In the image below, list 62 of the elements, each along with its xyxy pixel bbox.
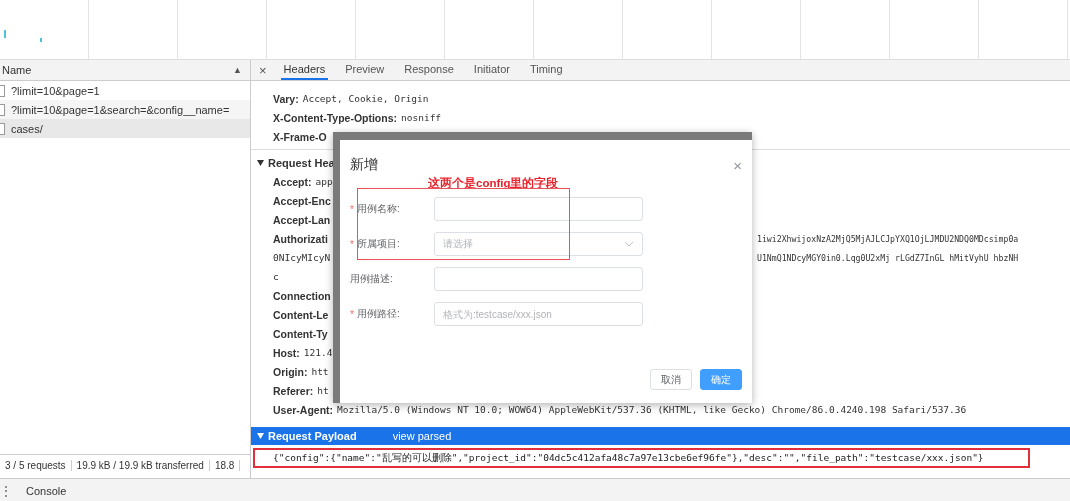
header-name: Accept: <box>273 175 312 188</box>
request-row[interactable]: cases/ <box>0 119 250 138</box>
section-title: Request Payload <box>268 430 357 442</box>
dialog-title: 新增 <box>350 156 378 174</box>
header-name: X-Frame-O <box>273 130 327 143</box>
header-value: Accept, Cookie, Origin <box>302 93 429 104</box>
header-name: Host: <box>273 346 300 359</box>
input-field[interactable] <box>434 197 643 221</box>
field-label: 所属项目: <box>356 237 400 251</box>
status-text: 18.8 <box>209 459 241 471</box>
menu-icon[interactable]: ⋮ <box>0 483 12 498</box>
field-label: 用例描述: <box>350 272 393 286</box>
request-name: ?limit=10&page=1 <box>11 84 100 97</box>
header-name: X-Content-Type-Options: <box>273 111 398 124</box>
cancel-button[interactable]: 取消 <box>650 369 692 390</box>
header-name: Content-Ty <box>273 327 328 340</box>
request-row[interactable]: ?limit=10&page=1 <box>0 81 250 100</box>
header-name: Authorizati <box>273 232 328 245</box>
input-field[interactable]: 格式为:testcase/xxx.json <box>434 302 643 326</box>
column-header[interactable]: Name <box>2 64 32 76</box>
expand-triangle-icon[interactable] <box>257 159 264 166</box>
header-value: Mozilla/5.0 (Windows NT 10.0; WOW64) AppleWebKit/537.36 (KHTML, like Gecko) Chrome/86.0.4240.198 Safari/537.36 <box>337 404 967 415</box>
view-parsed-link[interactable]: view parsed <box>392 430 452 442</box>
request-name: cases/ <box>11 122 43 135</box>
section-header-bar[interactable]: Request Payload view parsed <box>251 427 1070 445</box>
tab[interactable]: Response <box>401 60 457 80</box>
header-name: Accept-Enc <box>273 194 331 207</box>
required-mark: * <box>350 238 354 250</box>
required-mark: * <box>350 308 354 320</box>
tab[interactable]: Preview <box>342 60 388 80</box>
header-name: Vary: <box>273 92 299 105</box>
field-label: 用例名称: <box>356 202 400 216</box>
header-value: app <box>315 176 333 187</box>
chevron-down-icon <box>624 241 634 247</box>
console-tab[interactable]: Console <box>26 484 67 497</box>
sort-icon[interactable]: ▲ <box>233 65 242 75</box>
status-text: 19.9 kB / 19.9 kB transferred <box>71 459 210 471</box>
status-text: 3 / 5 requests <box>0 459 72 471</box>
header-name: Content-Le <box>273 308 329 321</box>
header-value: nosniff <box>401 112 442 123</box>
tab[interactable]: Headers <box>280 60 329 80</box>
request-row[interactable]: ?limit=10&page=1&search=&config__name= <box>0 100 250 119</box>
payload-text: {"config":{"name":"乱写的可以删除","project_id":"04dc5c412afa48c7a97e13cbe6ef96fe"},"desc":"","file_path":"testcase/xxx.json"} <box>273 451 984 465</box>
header-value: 1iwi2XhwijoxNzA2MjQ5MjAJLCJpYXQ1OjLJMDU2NDQ0MDcsimp0a <box>757 233 1019 244</box>
request-name: ?limit=10&page=1&search=&config__name= <box>11 103 230 116</box>
tab[interactable]: Timing <box>526 60 566 80</box>
header-value: c <box>273 271 279 282</box>
tab[interactable]: Initiator <box>470 60 513 80</box>
header-value: 0NIcyMIcyN <box>273 252 331 263</box>
header-value: ht <box>317 385 329 396</box>
header-name: Connection <box>273 289 331 302</box>
field-label: 用例路径: <box>356 307 400 321</box>
header-value: htt <box>311 366 329 377</box>
input-field[interactable] <box>434 267 643 291</box>
header-name: Origin: <box>273 365 308 378</box>
header-value: 121.4 <box>303 347 333 358</box>
header-name: Accept-Lan <box>273 213 331 226</box>
required-mark: * <box>350 203 354 215</box>
header-name: Referer: <box>273 384 314 397</box>
header-name: User-Agent: <box>273 403 334 416</box>
close-icon[interactable]: × <box>259 62 267 78</box>
header-value: U1NmQ1NDcyMGY0in0.Lqg0U2xMj rLGdZ7InGL hMitVyhU hbzNH <box>757 252 1019 263</box>
